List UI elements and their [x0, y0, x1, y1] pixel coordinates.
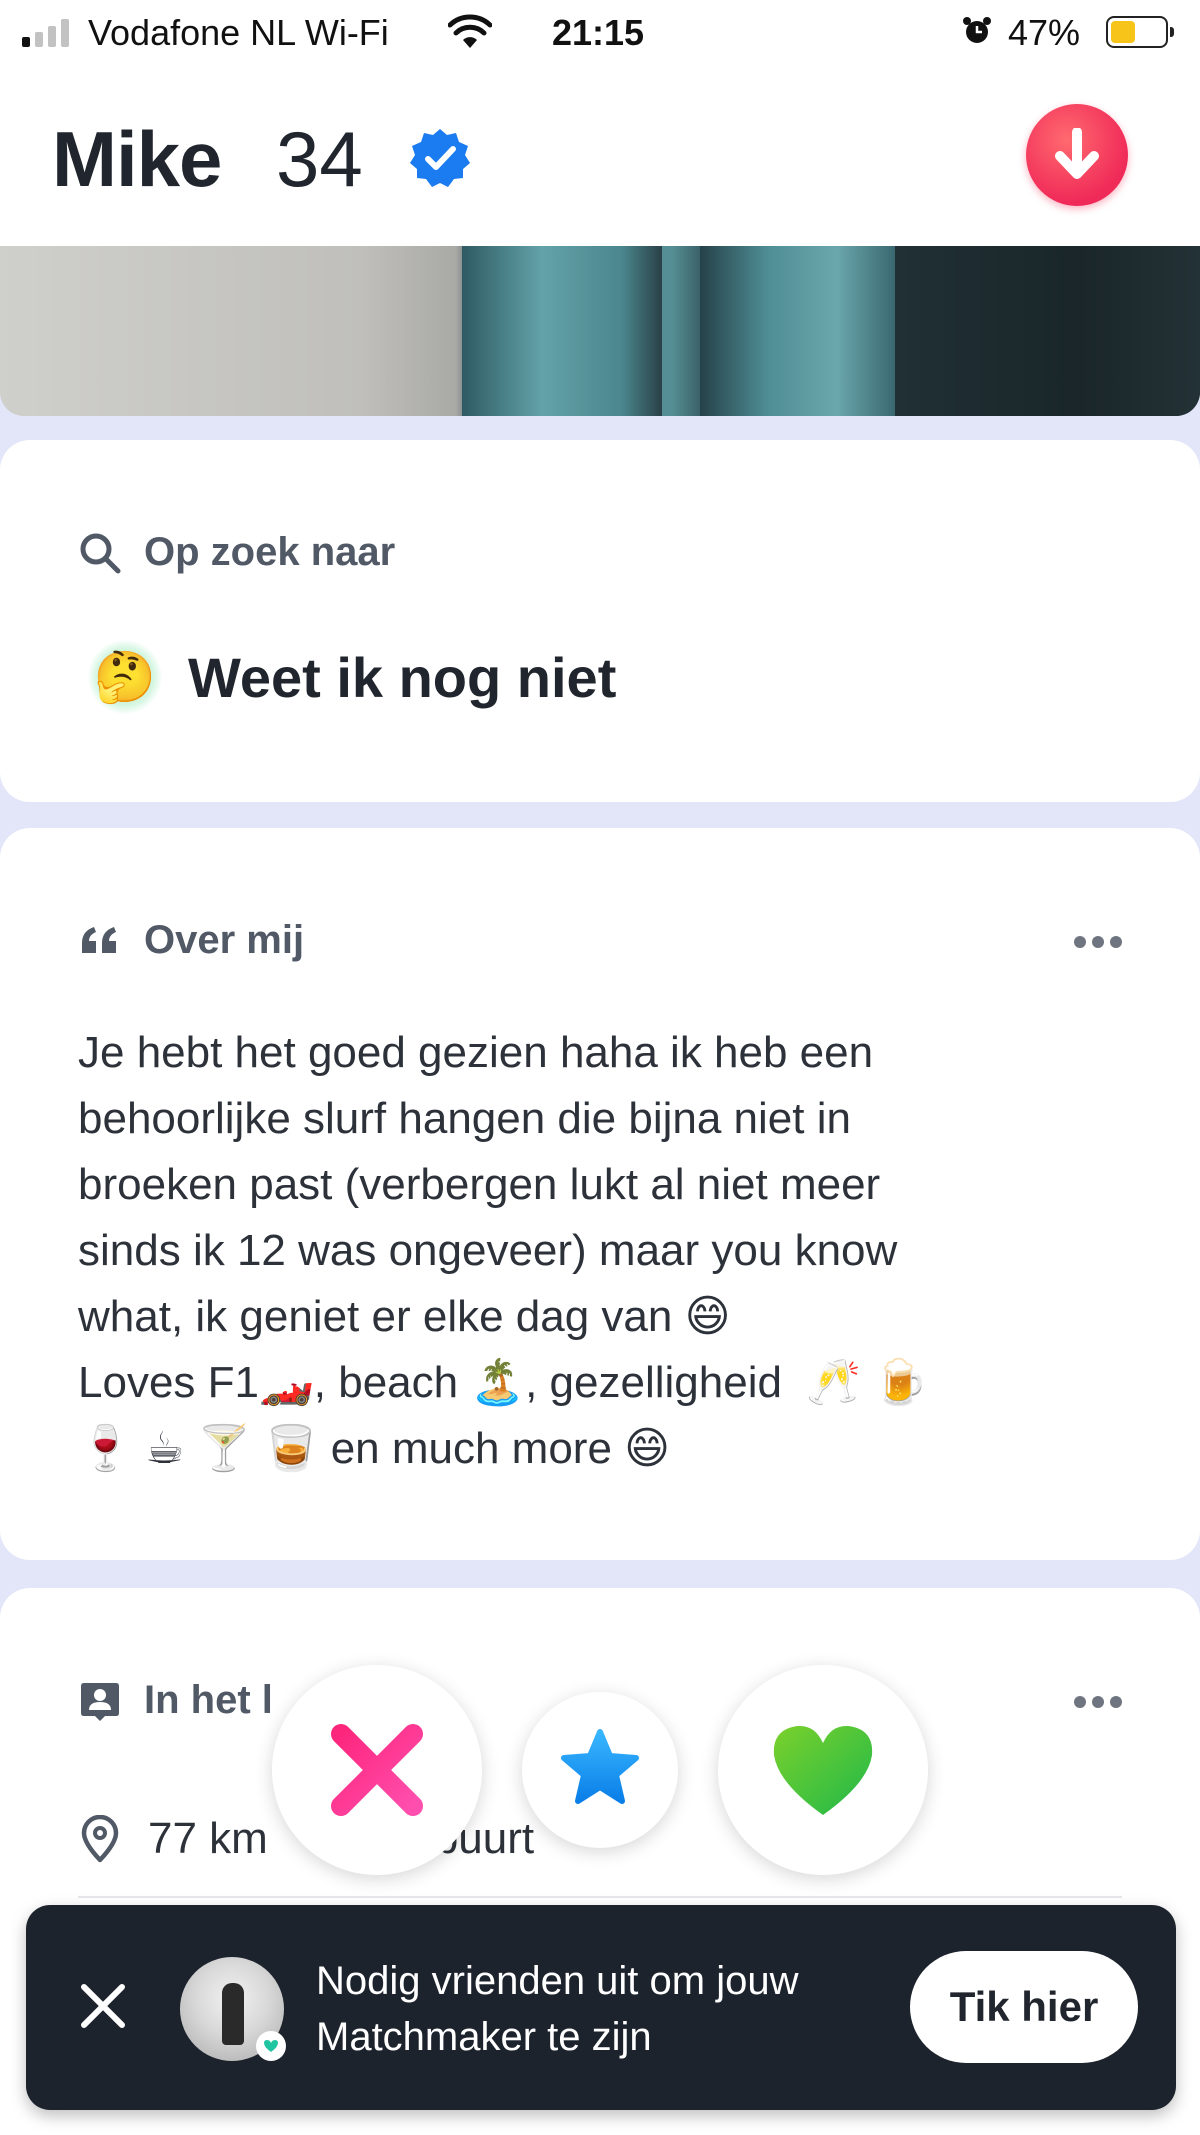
super-like-button[interactable] — [522, 1692, 678, 1848]
search-icon — [80, 533, 121, 573]
profile-age: 34 — [276, 115, 363, 203]
close-x-icon — [331, 1724, 423, 1816]
wifi-icon — [448, 14, 492, 48]
collapse-profile-button[interactable] — [1026, 104, 1128, 206]
distance-text: 77 km — [148, 1814, 268, 1863]
about-bio-text: Je hebt het goed gezien haha ik heb een … — [78, 1028, 929, 1473]
signal-icon — [22, 17, 69, 47]
nope-button[interactable] — [272, 1665, 482, 1875]
like-button[interactable] — [718, 1665, 928, 1875]
about-title: Over mij — [144, 918, 305, 962]
about-me-card: Over mij Je hebt het goed gezien haha ik… — [0, 828, 1200, 1560]
close-icon[interactable] — [78, 1981, 128, 2031]
divider — [78, 1896, 1122, 1898]
battery-percent: 47% — [1008, 12, 1081, 53]
thinking-face-icon: 🤔 — [88, 640, 162, 714]
battery-icon — [1106, 16, 1174, 48]
looking-for-value: 🤔 Weet ik nog niet — [88, 640, 616, 714]
heart-badge-icon — [256, 2031, 286, 2061]
profile-name: Mike — [52, 115, 222, 203]
id-card-icon — [81, 1682, 119, 1721]
looking-for-heading: Op zoek naar — [78, 530, 395, 575]
basics-title: In het l — [144, 1678, 273, 1722]
banner-message: Nodig vrienden uit om jouw Matchmaker te… — [316, 1959, 799, 2059]
basics-more-options-icon[interactable] — [1074, 1696, 1122, 1708]
basics-heading: In het l — [78, 1678, 273, 1723]
profile-photo[interactable] — [0, 246, 1200, 416]
location-pin-icon — [81, 1815, 119, 1863]
about-heading: Over mij — [78, 918, 304, 963]
verified-badge-icon — [410, 129, 470, 187]
profile-header: Mike 34 — [0, 64, 1200, 246]
arrow-down-icon — [1055, 128, 1099, 179]
alarm-icon — [963, 17, 991, 43]
matchmaker-invite-banner: Nodig vrienden uit om jouw Matchmaker te… — [26, 1905, 1176, 2110]
avatar — [180, 1957, 286, 2061]
tik-hier-button[interactable]: Tik hier — [910, 1951, 1138, 2063]
looking-for-text: Weet ik nog niet — [188, 645, 617, 709]
clock: 21:15 — [552, 12, 645, 53]
status-bar: Vodafone NL Wi-Fi 21:15 47% — [0, 0, 1200, 64]
star-icon — [561, 1729, 639, 1804]
quote-icon — [82, 926, 116, 953]
carrier-label: Vodafone NL Wi-Fi — [88, 12, 389, 53]
looking-for-title: Op zoek naar — [144, 530, 396, 574]
looking-for-card: Op zoek naar 🤔 Weet ik nog niet — [0, 440, 1200, 802]
heart-icon — [773, 1725, 873, 1815]
about-more-options-icon[interactable] — [1074, 936, 1122, 948]
